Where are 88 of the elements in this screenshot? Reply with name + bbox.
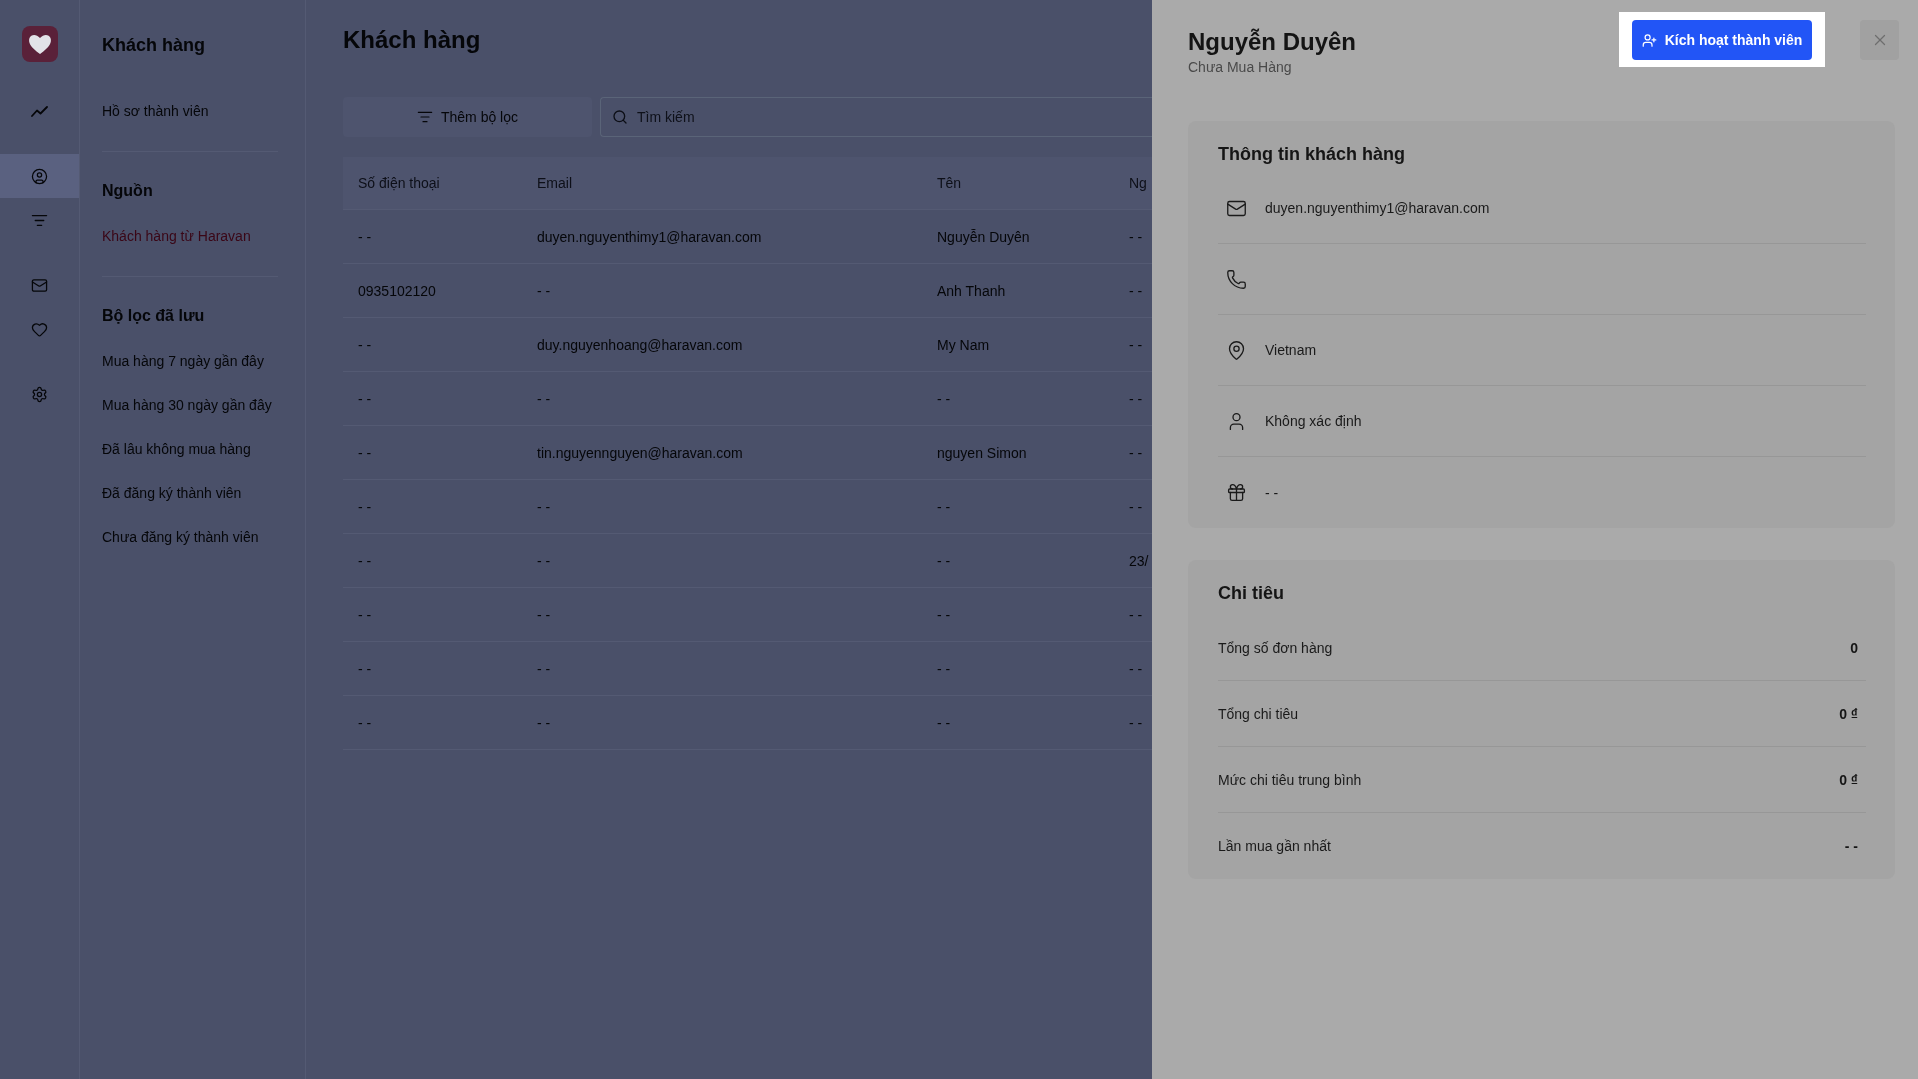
line-chart-icon	[31, 105, 48, 117]
stat-value: 0 ₫	[1839, 770, 1858, 790]
table-cell-text: - -	[357, 335, 373, 355]
card-title: Thông tin khách hàng	[1218, 143, 1405, 166]
info-value: - -	[1265, 483, 1279, 503]
table-cell-text: - -	[1128, 227, 1144, 247]
page-title: Khách hàng	[343, 25, 482, 55]
map-pin-icon	[1226, 339, 1247, 361]
table-cell-text: - -	[1128, 713, 1144, 733]
table-cell-text: - -	[936, 551, 952, 571]
stat-label: Lần mua gần nhất	[1218, 837, 1331, 856]
heart-icon	[31, 320, 48, 338]
column-header[interactable]: Email	[522, 173, 922, 193]
activate-member-button[interactable]: Kích hoạt thành viên	[1632, 20, 1812, 60]
table-cell-text: - -	[1128, 389, 1144, 409]
table-cell-text: - -	[357, 551, 373, 571]
table-cell-text: - -	[536, 659, 552, 679]
nav-item[interactable]: Mua hàng 7 ngày gần đây	[102, 339, 278, 383]
table-cell-text: - -	[536, 497, 552, 517]
table-cell-text: Anh Thanh	[936, 281, 1007, 301]
table-cell-text: - -	[357, 443, 373, 463]
info-value: Không xác định	[1265, 412, 1362, 431]
heart-logo-icon	[21, 26, 58, 62]
table-cell-text: My Nam	[936, 335, 991, 355]
info-value: duyen.nguyenthimy1@haravan.com	[1265, 199, 1490, 218]
nav-section-heading: Nguồn	[102, 181, 154, 201]
nav-item[interactable]: Khách hàng từ Haravan	[102, 214, 278, 258]
nav-item[interactable]: Mua hàng 30 ngày gần đây	[102, 383, 278, 427]
customer-name: Nguyễn Duyên	[1188, 28, 1357, 56]
stat-value: 0	[1850, 638, 1858, 658]
settings-icon	[31, 385, 48, 403]
stat-label: Tổng chi tiêu	[1218, 704, 1299, 724]
table-cell-text: - -	[1128, 605, 1144, 625]
table-cell-text: Nguyễn Duyên	[936, 227, 1031, 247]
nav-item[interactable]: Hồ sơ thành viên	[102, 89, 278, 133]
table-cell-text: - -	[357, 389, 373, 409]
search-icon	[612, 109, 628, 125]
table-cell-text: - -	[536, 389, 552, 409]
table-cell-text: - -	[536, 551, 552, 571]
filter-icon	[416, 109, 433, 125]
table-cell-text: 0935102120	[357, 281, 437, 301]
table-cell-text: - -	[1128, 497, 1144, 517]
stat-value: 0 ₫	[1839, 704, 1858, 724]
table-cell-text: - -	[536, 713, 552, 733]
table-cell-text: - -	[936, 659, 952, 679]
table-cell-text: - -	[357, 227, 373, 247]
sidebar-icon-button[interactable]	[0, 154, 79, 198]
table-cell-text: duyen.nguyenthimy1@haravan.com	[536, 227, 763, 247]
table-cell-text: - -	[357, 497, 373, 517]
user-circle-icon	[31, 167, 48, 185]
phone-icon	[1226, 268, 1247, 290]
table-cell-text: - -	[1128, 443, 1144, 463]
table-cell-text: - -	[936, 605, 952, 625]
mail-icon	[31, 276, 48, 294]
nav-item[interactable]: Đã lâu không mua hàng	[102, 427, 278, 471]
nav-title: Khách hàng	[102, 34, 206, 57]
customer-status: Chưa Mua Hàng	[1188, 58, 1292, 76]
table-cell-text: - -	[357, 659, 373, 679]
table-cell-text: duy.nguyenhoang@haravan.com	[536, 335, 744, 355]
table-cell-text: - -	[357, 713, 373, 733]
nav-section-heading: Bộ lọc đã lưu	[102, 306, 206, 326]
table-cell-text: - -	[536, 281, 552, 301]
user-plus-icon	[1641, 32, 1657, 48]
stat-label: Tổng số đơn hàng	[1218, 638, 1333, 658]
table-cell-text: - -	[536, 605, 552, 625]
table-cell-text: - -	[936, 713, 952, 733]
table-cell-text: - -	[936, 497, 952, 517]
close-button[interactable]	[1860, 20, 1899, 60]
table-cell-text: - -	[1128, 281, 1144, 301]
table-cell-text: tin.nguyennguyen@haravan.com	[536, 443, 744, 463]
card-title: Chi tiêu	[1218, 582, 1284, 605]
search-field[interactable]: Tìm kiếm	[600, 97, 1152, 137]
column-header[interactable]: Ng	[1114, 173, 1152, 193]
info-value: Vietnam	[1265, 341, 1317, 360]
table-cell-text: - -	[1128, 659, 1144, 679]
add-filter-button[interactable]: Thêm bộ lọc	[343, 97, 592, 137]
column-header[interactable]: Tên	[922, 173, 1114, 193]
stat-value: - -	[1844, 837, 1858, 856]
table-cell-text: - -	[936, 389, 952, 409]
column-header[interactable]: Số điện thoại	[343, 173, 522, 193]
table-cell-text: 23/	[1128, 551, 1150, 571]
stat-label: Mức chi tiêu trung bình	[1218, 770, 1362, 790]
table-cell-text: - -	[1128, 335, 1144, 355]
table-cell-text: nguyen Simon	[936, 443, 1028, 463]
gift-icon	[1226, 482, 1247, 503]
table-cell-text: - -	[357, 605, 373, 625]
nav-item[interactable]: Đã đăng ký thành viên	[102, 471, 278, 515]
nav-item[interactable]: Chưa đăng ký thành viên	[102, 515, 278, 559]
